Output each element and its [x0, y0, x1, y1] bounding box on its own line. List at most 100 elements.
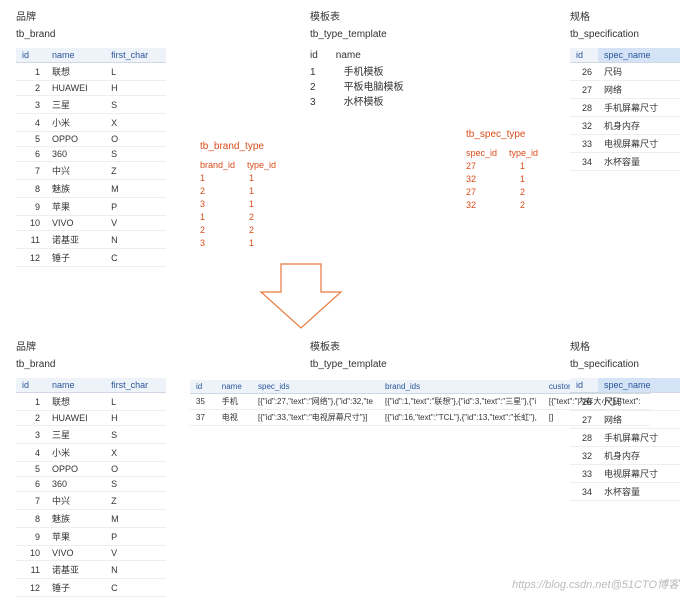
cell: 28 — [570, 99, 598, 117]
cell: 尺码 — [598, 393, 680, 411]
w-col-id: id — [190, 380, 216, 394]
cell: 34 — [570, 483, 598, 501]
cell: 8 — [16, 510, 46, 528]
table-row: 34水杯容量 — [570, 153, 680, 171]
template-row: 1手机模板 — [310, 65, 404, 80]
cell: 7 — [16, 492, 46, 510]
bt-col-t: type_id — [247, 159, 276, 172]
table-row: 32机身内存 — [570, 447, 680, 465]
table-row: 5OPPOO — [16, 462, 166, 477]
cell: 联想 — [46, 63, 105, 81]
cell: 4 — [16, 114, 46, 132]
cell: 7 — [16, 162, 46, 180]
cell: P — [105, 528, 166, 546]
cell: 魅族 — [46, 510, 105, 528]
w-col-name: name — [216, 380, 252, 394]
cell: 8 — [16, 180, 46, 198]
col-fc: first_char — [105, 48, 166, 63]
cell: VIVO — [46, 216, 105, 231]
brand-table-name: tb_brand — [16, 29, 166, 40]
table-row: 33电视屏幕尺寸 — [570, 135, 680, 153]
col-id: id — [16, 48, 46, 63]
cell: 10 — [16, 216, 46, 231]
col-fc: first_char — [105, 378, 166, 393]
cell: 4 — [16, 444, 46, 462]
cell: 苹果 — [46, 528, 105, 546]
st-row: 321 — [466, 173, 538, 186]
cell: N — [105, 561, 166, 579]
cell: S — [105, 96, 166, 114]
cell: 电视 — [216, 410, 252, 426]
cell: 3 — [16, 426, 46, 444]
cell: 小米 — [46, 114, 105, 132]
table-row: 12锤子C — [16, 579, 166, 597]
cell: 26 — [570, 63, 598, 81]
table-row: 32机身内存 — [570, 117, 680, 135]
template-row: 2平板电脑模板 — [310, 80, 404, 95]
bt-row: 22 — [200, 224, 276, 237]
cell: 12 — [16, 249, 46, 267]
tpl-col-name: name — [336, 48, 361, 63]
table-row: 26尺码 — [570, 63, 680, 81]
spec-table-name-2: tb_specification — [570, 359, 680, 370]
table-row: 34水杯容量 — [570, 483, 680, 501]
cell: S — [105, 477, 166, 492]
cell: Z — [105, 162, 166, 180]
cell: HUAWEI — [46, 411, 105, 426]
cell: S — [105, 426, 166, 444]
template-row: 3水杯模板 — [310, 95, 404, 110]
cell: 33 — [570, 135, 598, 153]
cell: 手机屏幕尺寸 — [598, 429, 680, 447]
cell: OPPO — [46, 462, 105, 477]
cell: 电视屏幕尺寸 — [598, 465, 680, 483]
cell: M — [105, 180, 166, 198]
cell: 360 — [46, 477, 105, 492]
cell: X — [105, 114, 166, 132]
brand-table-2: id name first_char 1联想L2HUAWEIH3三星S4小米X5… — [16, 378, 166, 597]
table-row: 12锤子C — [16, 249, 166, 267]
template-title: 模板表 — [310, 8, 404, 23]
col-name: name — [46, 48, 105, 63]
cell: 小米 — [46, 444, 105, 462]
table-row: 7中兴Z — [16, 162, 166, 180]
w-col-bids: brand_ids — [379, 380, 543, 394]
table-row: 10VIVOV — [16, 546, 166, 561]
table-row: 6360S — [16, 477, 166, 492]
cell: V — [105, 546, 166, 561]
cell: 三星 — [46, 96, 105, 114]
col-id: id — [570, 48, 598, 63]
cell: 苹果 — [46, 198, 105, 216]
st-row: 322 — [466, 199, 538, 212]
cell: M — [105, 510, 166, 528]
cell: 1 — [16, 393, 46, 411]
cell: 机身内存 — [598, 117, 680, 135]
cell: 水杯容量 — [598, 153, 680, 171]
table-row: 11诺基亚N — [16, 231, 166, 249]
table-row: 10VIVOV — [16, 216, 166, 231]
cell: 11 — [16, 231, 46, 249]
table-row: 8魅族M — [16, 180, 166, 198]
cell: 电视屏幕尺寸 — [598, 135, 680, 153]
watermark: https://blog.csdn.net@51CTO博客 — [512, 576, 679, 592]
cell: H — [105, 81, 166, 96]
cell: 2 — [16, 411, 46, 426]
col-id: id — [16, 378, 46, 393]
cell: 3 — [16, 96, 46, 114]
cell: 33 — [570, 465, 598, 483]
table-row: 4小米X — [16, 114, 166, 132]
cell: X — [105, 444, 166, 462]
cell: 机身内存 — [598, 447, 680, 465]
cell: 11 — [16, 561, 46, 579]
cell: 5 — [16, 462, 46, 477]
st-row: 272 — [466, 186, 538, 199]
table-row: 3三星S — [16, 96, 166, 114]
col-name: name — [46, 378, 105, 393]
table-row: 27网络 — [570, 81, 680, 99]
bt-row: 31 — [200, 237, 276, 250]
col-spec-name: spec_name — [598, 378, 680, 393]
cell: 32 — [570, 447, 598, 465]
template-table-name-2: tb_type_template — [310, 359, 387, 370]
cell: [{"id":27,"text":"网络"},{"id":32,"te — [252, 394, 379, 410]
cell: 1 — [16, 63, 46, 81]
cell: O — [105, 132, 166, 147]
